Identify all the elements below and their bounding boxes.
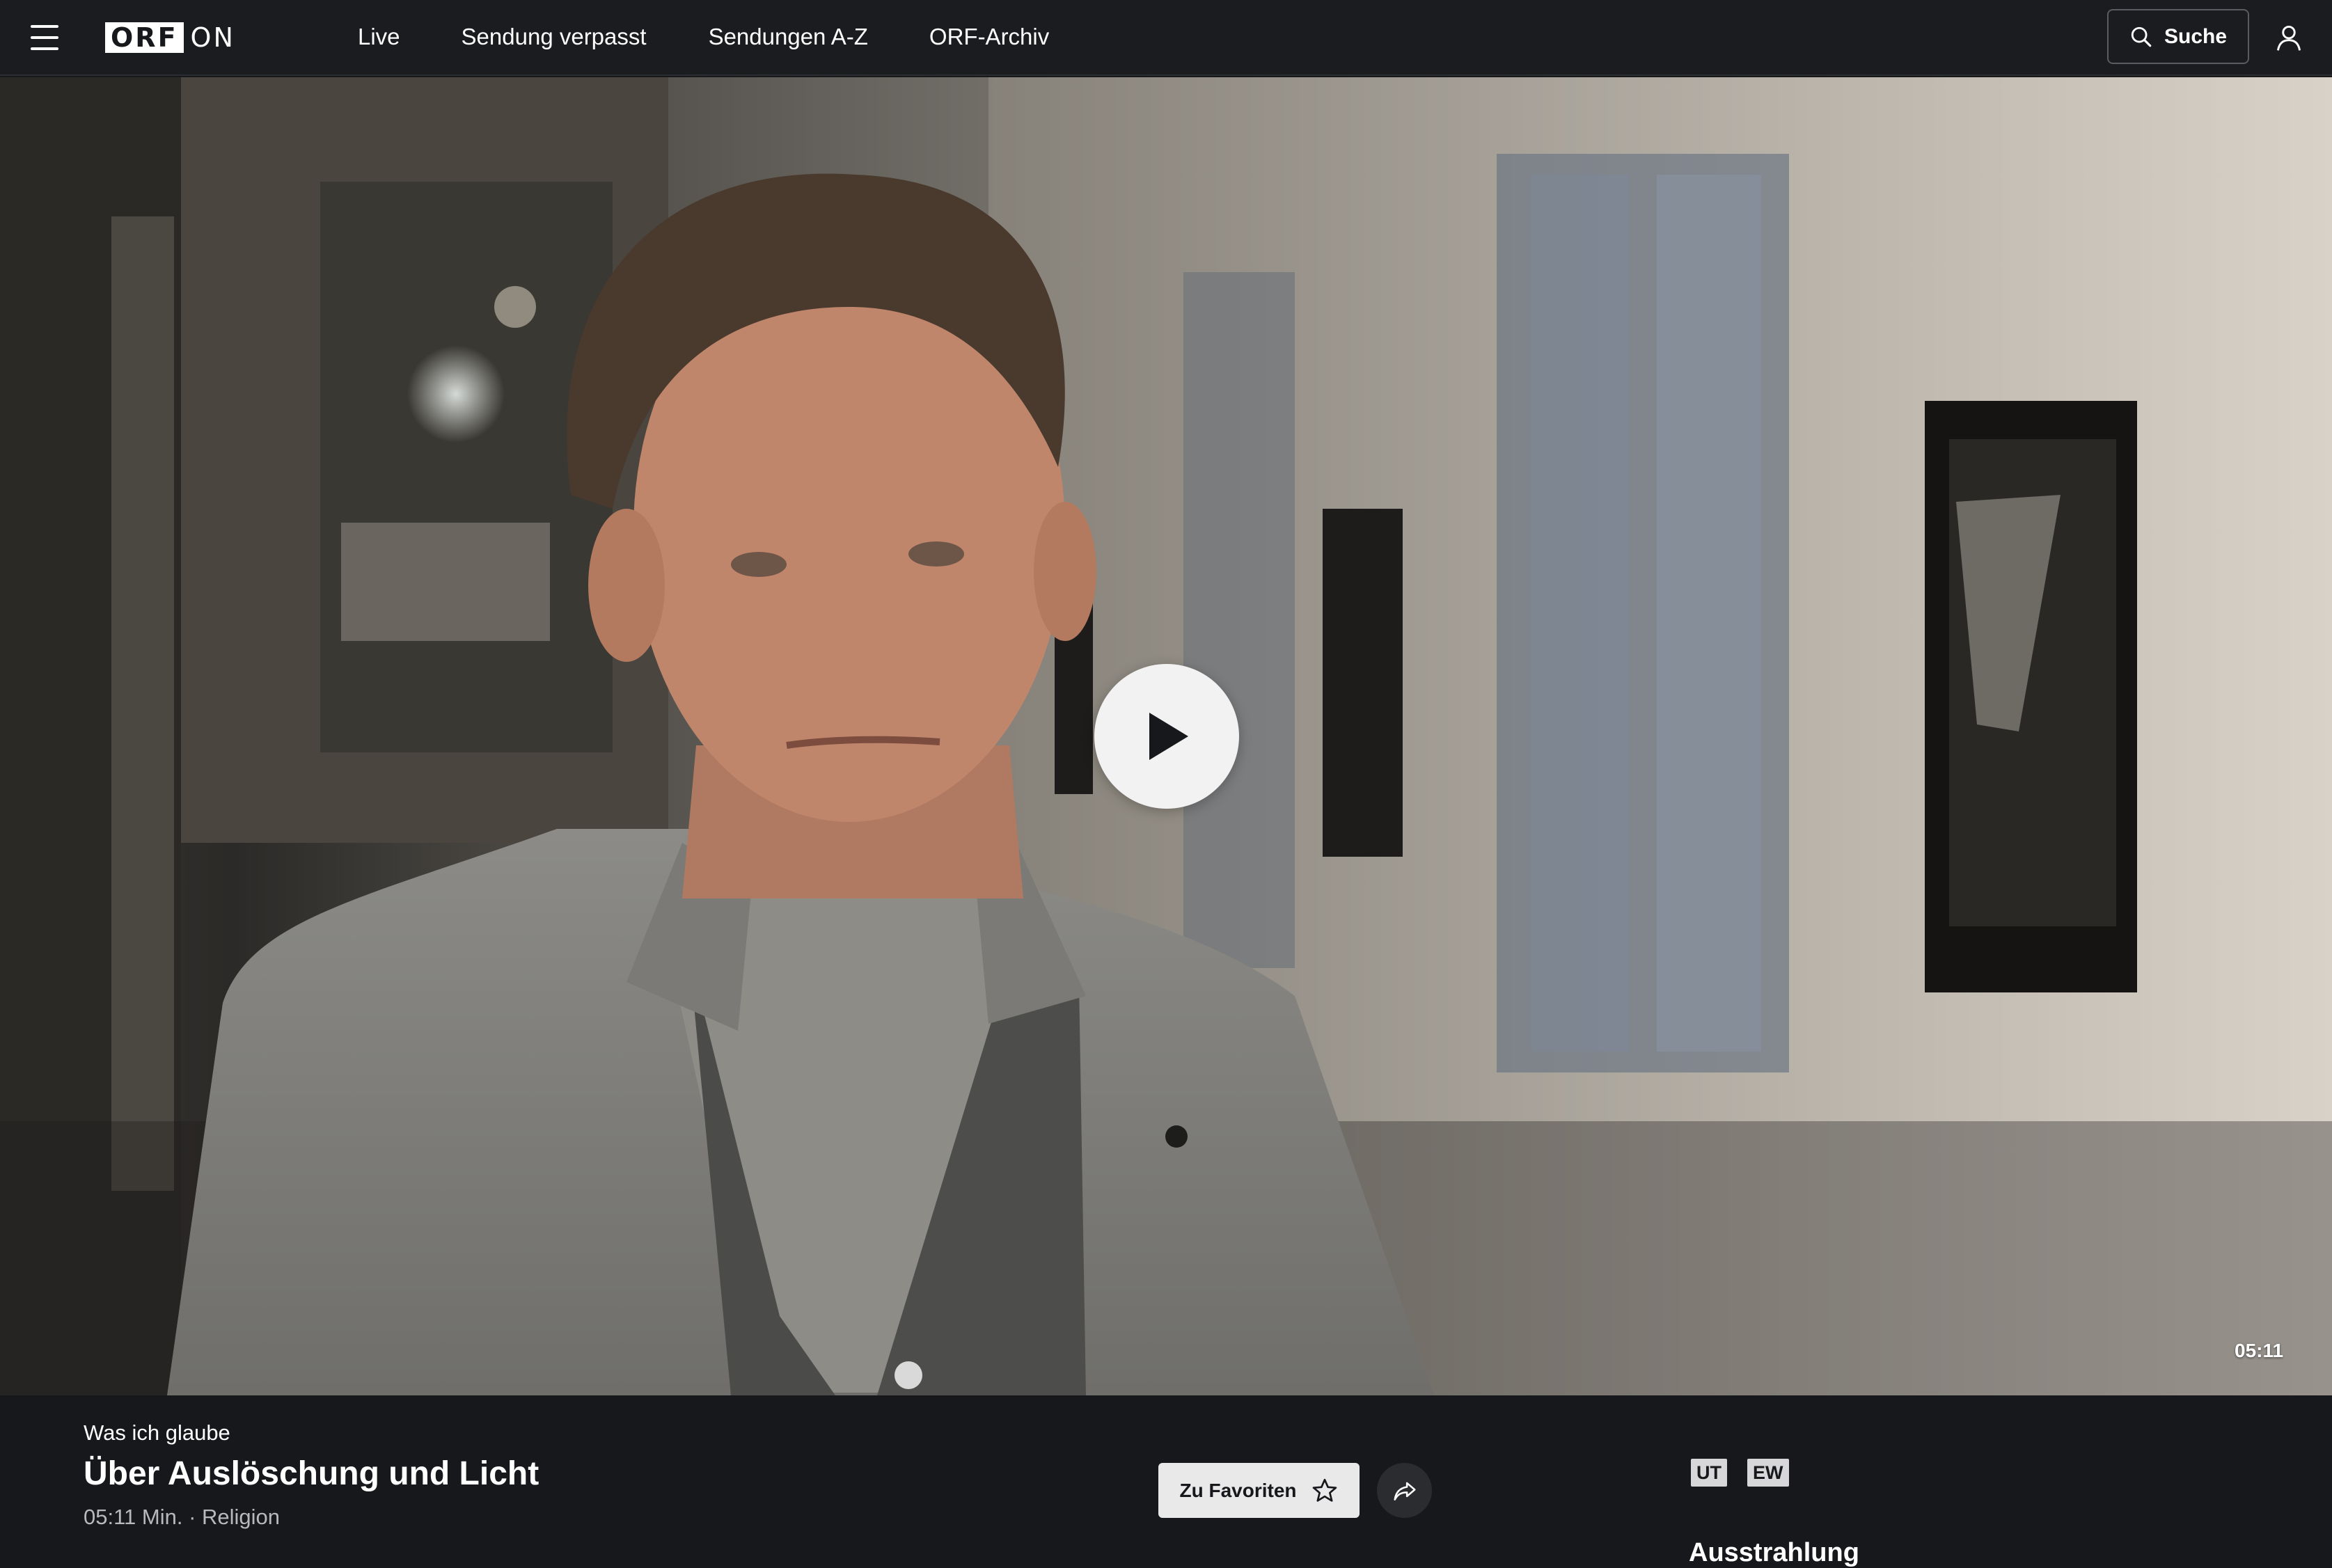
episode-title: Über Auslöschung und Licht xyxy=(84,1455,539,1492)
menu-line xyxy=(31,47,58,50)
series-title[interactable]: Was ich glaube xyxy=(84,1420,230,1446)
logo-orf: ORF xyxy=(105,22,184,53)
nav-sendungen-a-z[interactable]: Sendungen A-Z xyxy=(709,24,868,50)
user-account-icon[interactable] xyxy=(2274,22,2304,53)
top-navigation: ORF ON Live Sendung verpasst Sendungen A… xyxy=(0,0,2332,76)
nav-orf-archiv[interactable]: ORF-Archiv xyxy=(929,24,1049,50)
play-button[interactable] xyxy=(1094,664,1239,809)
favorites-label: Zu Favoriten xyxy=(1179,1479,1297,1501)
menu-line xyxy=(31,36,58,39)
main-nav: Live Sendung verpasst Sendungen A-Z ORF-… xyxy=(358,0,1110,73)
video-duration: 05:11 xyxy=(2235,1340,2284,1361)
nav-live[interactable]: Live xyxy=(358,24,400,50)
hamburger-menu-icon[interactable] xyxy=(31,25,58,50)
search-label: Suche xyxy=(2164,24,2228,48)
subtitles-badge: UT xyxy=(1691,1459,1727,1487)
nav-sendung-verpasst[interactable]: Sendung verpasst xyxy=(462,24,647,50)
search-icon xyxy=(2131,26,2152,47)
orf-on-logo[interactable]: ORF ON xyxy=(105,22,235,53)
share-button[interactable] xyxy=(1377,1463,1432,1518)
menu-line xyxy=(31,25,58,28)
star-icon xyxy=(1312,1478,1337,1502)
video-player[interactable]: 05:11 xyxy=(0,77,2332,1395)
add-to-favorites-button[interactable]: Zu Favoriten xyxy=(1158,1463,1360,1518)
simple-language-badge: EW xyxy=(1747,1459,1789,1487)
share-icon xyxy=(1393,1482,1416,1500)
play-icon xyxy=(1149,713,1188,760)
search-button[interactable]: Suche xyxy=(2107,9,2249,64)
episode-meta: 05:11 Min. · Religion xyxy=(84,1505,281,1529)
logo-on: ON xyxy=(190,22,235,53)
